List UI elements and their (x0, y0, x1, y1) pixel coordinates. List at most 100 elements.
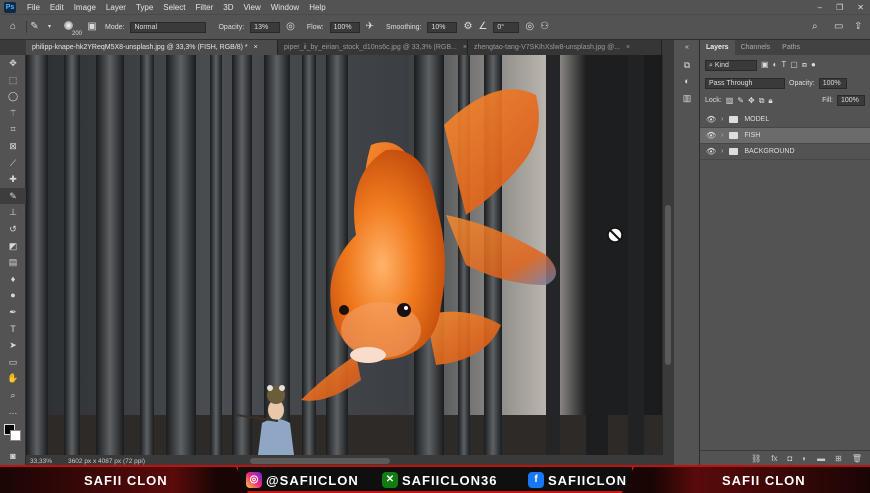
gear-icon[interactable]: ⚙ (463, 21, 472, 33)
frame-tool-icon[interactable]: ⊠ (0, 138, 26, 155)
move-tool-icon[interactable]: ✥ (0, 55, 26, 72)
chevron-right-icon[interactable]: › (721, 132, 723, 139)
layer-model[interactable]: 👁︎ › MODEL (700, 112, 870, 128)
menu-3d[interactable]: 3D (218, 3, 238, 12)
adjustments-icon[interactable]: ◐ (674, 73, 700, 90)
menu-help[interactable]: Help (304, 3, 330, 12)
history-brush-tool-icon[interactable]: ↺ (0, 221, 26, 238)
trash-icon[interactable]: 🗑︎ (852, 454, 862, 463)
vertical-scrollbar[interactable] (662, 55, 673, 455)
symmetry-icon[interactable]: ⚇ (540, 21, 549, 33)
search-icon[interactable]: ⌕ (812, 21, 818, 33)
scrollbar-thumb[interactable] (665, 205, 671, 365)
menu-view[interactable]: View (239, 3, 266, 12)
eraser-tool-icon[interactable]: ◩ (0, 238, 26, 255)
airbrush-icon[interactable]: ✈ (366, 21, 374, 33)
brush-tool-icon[interactable]: ✎ (26, 21, 42, 33)
more-tools-icon[interactable]: … (0, 403, 26, 420)
adjustment-icon[interactable]: ◐ (802, 454, 807, 463)
close-icon[interactable]: × (626, 40, 630, 55)
smart-object-filter-icon[interactable]: ⧈ (802, 59, 807, 71)
mode-select[interactable]: Normal (130, 21, 207, 33)
pen-tool-icon[interactable]: ✒ (0, 304, 26, 321)
horizontal-scrollbar-thumb[interactable] (250, 458, 390, 464)
shape-filter-icon[interactable]: ▢ (790, 59, 798, 71)
menu-layer[interactable]: Layer (101, 3, 131, 12)
menu-select[interactable]: Select (158, 3, 190, 12)
menu-edit[interactable]: Edit (45, 3, 69, 12)
opacity-input[interactable]: 13% (250, 21, 281, 33)
chevron-right-icon[interactable]: › (721, 148, 723, 155)
image-filter-icon[interactable]: ▣ (761, 59, 769, 71)
new-layer-icon[interactable]: ⊞ (835, 454, 842, 463)
layer-opacity-input[interactable]: 100% (818, 78, 847, 89)
tab-piper[interactable]: piper_ii_by_eirian_stock_d10ns6c.jpg @ 3… (278, 40, 468, 55)
tab-zhengtao-tang[interactable]: zhengtao-tang-V7SKIhXslw8-unsplash.jpg @… (468, 40, 662, 55)
adjustment-filter-icon[interactable]: ◐ (773, 59, 778, 71)
tab-paths[interactable]: Paths (776, 40, 806, 55)
dodge-tool-icon[interactable]: ● (0, 287, 26, 304)
libraries-icon[interactable]: ⧉ (674, 57, 700, 74)
canvas[interactable] (26, 55, 662, 455)
healing-brush-tool-icon[interactable]: ✚ (0, 171, 26, 188)
minimize-button[interactable]: – (818, 3, 822, 12)
lock-pixels-icon[interactable]: ▨ (726, 95, 734, 107)
close-icon[interactable]: × (254, 40, 258, 55)
properties-icon[interactable]: ▥ (674, 90, 700, 107)
menu-image[interactable]: Image (69, 3, 101, 12)
zoom-level[interactable]: 33,33% (30, 458, 52, 465)
lasso-tool-icon[interactable]: ◯ (0, 88, 26, 105)
lock-paint-icon[interactable]: ✎ (737, 95, 744, 107)
group-icon[interactable]: ▬ (817, 454, 825, 463)
collapse-icon[interactable]: « (674, 40, 700, 57)
close-icon[interactable]: × (463, 40, 467, 55)
close-button[interactable]: ✕ (857, 3, 864, 12)
crop-tool-icon[interactable]: ⌗ (0, 121, 26, 138)
smoothing-input[interactable]: 10% (427, 21, 458, 33)
layer-fish[interactable]: 👁︎ › FISH (700, 128, 870, 144)
menu-type[interactable]: Type (131, 3, 158, 12)
lock-position-icon[interactable]: ✥ (748, 95, 755, 107)
restore-button[interactable]: ❐ (836, 3, 843, 12)
flow-input[interactable]: 100% (329, 21, 360, 33)
tab-channels[interactable]: Channels (735, 40, 777, 55)
pressure-size-icon[interactable]: ◎ (525, 21, 534, 33)
fill-input[interactable]: 100% (837, 95, 865, 106)
quick-mask-icon[interactable]: ◙ (0, 448, 26, 465)
pressure-opacity-icon[interactable]: ◎ (286, 21, 295, 33)
gradient-tool-icon[interactable]: ▤ (0, 254, 26, 271)
workspace-icon[interactable]: ▭ (834, 21, 843, 33)
menu-window[interactable]: Window (266, 3, 304, 12)
zoom-tool-icon[interactable]: ⌕ (0, 387, 26, 404)
tab-layers[interactable]: Layers (700, 40, 735, 55)
chevron-down-icon[interactable]: ▾ (48, 21, 51, 33)
kind-filter-select[interactable]: ⌕ Kind (705, 59, 757, 71)
layer-background[interactable]: 👁︎ › BACKGROUND (700, 144, 870, 160)
blur-tool-icon[interactable]: ♦ (0, 271, 26, 288)
color-swatches[interactable] (0, 420, 26, 448)
marquee-tool-icon[interactable]: ⬚ (0, 72, 26, 89)
angle-input[interactable]: 0° (493, 21, 520, 33)
brush-tool-icon[interactable]: ✎ (0, 187, 26, 205)
fx-icon[interactable]: fx (771, 454, 777, 463)
eye-icon[interactable]: 👁︎ (706, 115, 716, 124)
type-tool-icon[interactable]: T (0, 321, 26, 338)
share-icon[interactable]: ⇪ (854, 21, 862, 33)
brush-settings-icon[interactable]: ▣ (85, 21, 99, 33)
mask-icon[interactable]: ◘ (787, 454, 792, 463)
home-icon[interactable]: ⌂ (6, 21, 20, 33)
eyedropper-tool-icon[interactable]: ⟋ (0, 155, 26, 172)
link-icon[interactable]: ⛓︎ (751, 454, 761, 463)
clone-stamp-tool-icon[interactable]: ⊥ (0, 204, 26, 221)
menu-filter[interactable]: Filter (191, 3, 219, 12)
menu-file[interactable]: File (22, 3, 45, 12)
hand-tool-icon[interactable]: ✋ (0, 370, 26, 387)
magic-wand-tool-icon[interactable]: ⚚ (0, 105, 26, 122)
lock-artboard-icon[interactable]: ⧉ (759, 95, 765, 107)
lock-all-icon[interactable]: 🔒︎ (768, 95, 772, 107)
blend-mode-select[interactable]: Pass Through (705, 78, 785, 89)
background-color[interactable] (10, 430, 21, 442)
path-selection-tool-icon[interactable]: ➤ (0, 337, 26, 354)
chevron-right-icon[interactable]: › (721, 116, 723, 123)
eye-icon[interactable]: 👁︎ (706, 131, 716, 140)
